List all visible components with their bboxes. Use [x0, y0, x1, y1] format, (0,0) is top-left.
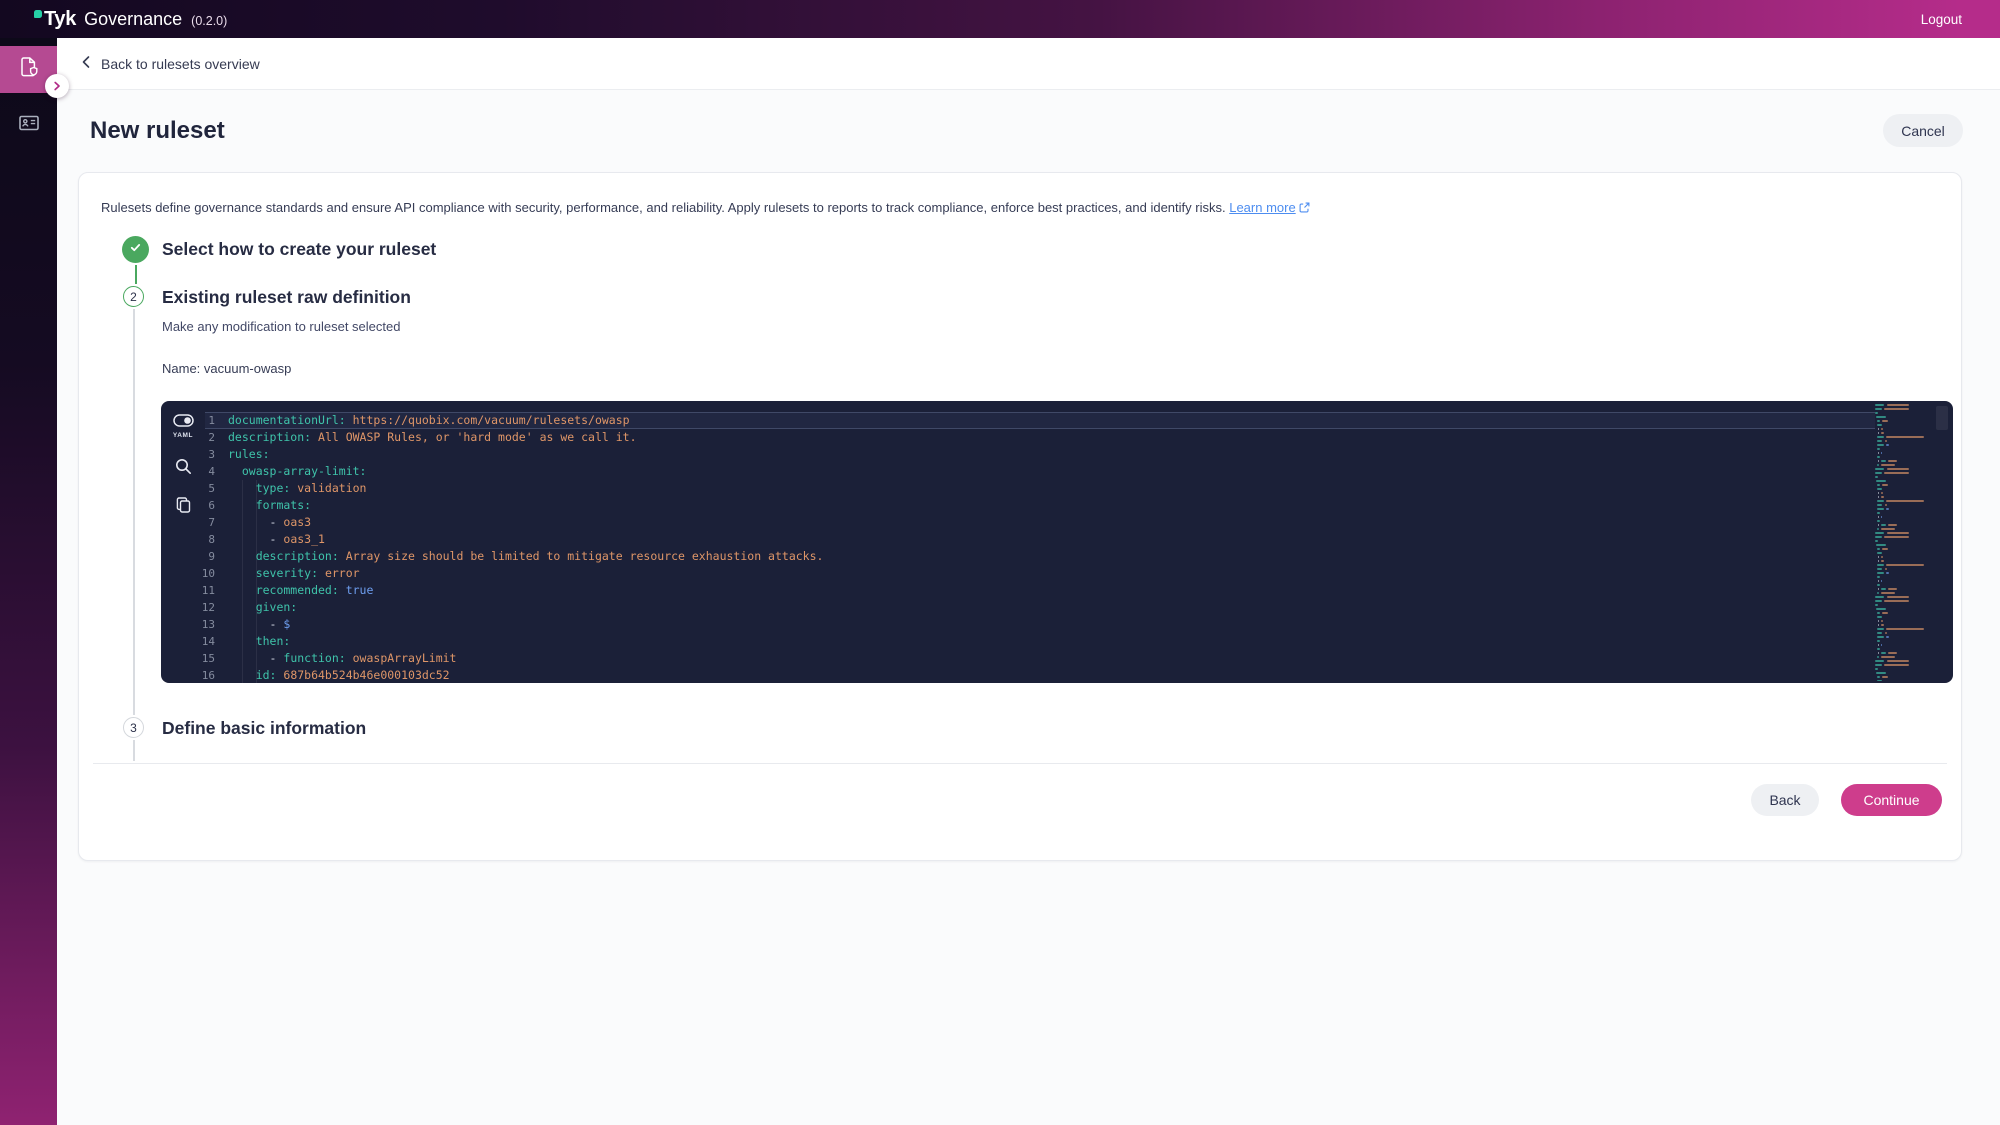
- code-line: 14 then:: [161, 633, 1875, 650]
- tyk-leaf-icon: [34, 10, 42, 18]
- yaml-editor: YAML 1documentationUrl: https://quobix.c…: [161, 401, 1953, 683]
- ruleset-name-label: Name: vacuum-owasp: [162, 361, 291, 376]
- editor-toolbar: YAML: [161, 401, 205, 516]
- line-number: 13: [161, 616, 215, 633]
- code-line: 5 type: validation: [161, 480, 1875, 497]
- ruleset-wizard-card: Rulesets define governance standards and…: [78, 172, 1962, 861]
- copy-icon: [176, 497, 191, 516]
- learn-more-link[interactable]: Learn more: [1229, 200, 1309, 215]
- back-link-label: Back to rulesets overview: [101, 56, 260, 72]
- code-line: 16 id: 687b64b524b46e000103dc52: [161, 667, 1875, 683]
- code-line: 8 - oas3_1: [161, 531, 1875, 548]
- document-shield-icon: [17, 55, 41, 84]
- line-number: 15: [161, 650, 215, 667]
- code-editor[interactable]: 1documentationUrl: https://quobix.com/va…: [161, 412, 1875, 683]
- wizard-footer: Back Continue: [1751, 784, 1942, 816]
- yaml-toggle-label: YAML: [173, 432, 193, 439]
- main-content: Back to rulesets overview New ruleset Ca…: [57, 38, 2000, 1125]
- back-navigation-bar: Back to rulesets overview: [57, 38, 2000, 90]
- step-1-indicator: [122, 236, 149, 263]
- check-icon: [129, 241, 142, 259]
- editor-scrollbar[interactable]: [1931, 401, 1953, 683]
- cancel-button[interactable]: Cancel: [1883, 114, 1963, 147]
- scrollbar-thumb[interactable]: [1936, 406, 1948, 430]
- line-number: 7: [161, 514, 215, 531]
- continue-button[interactable]: Continue: [1841, 784, 1942, 816]
- chevron-left-icon: [80, 55, 92, 72]
- code-line: 12 given:: [161, 599, 1875, 616]
- page-title: New ruleset: [90, 117, 225, 145]
- step-1-title: Select how to create your ruleset: [162, 239, 436, 260]
- line-number: 16: [161, 667, 215, 683]
- step-3-indicator: 3: [123, 717, 144, 738]
- code-line: 13 - $: [161, 616, 1875, 633]
- step-2-title: Existing ruleset raw definition: [162, 287, 411, 308]
- line-number: 12: [161, 599, 215, 616]
- step-2-subtitle: Make any modification to ruleset selecte…: [162, 319, 400, 334]
- footer-divider: [93, 763, 1947, 764]
- intro-paragraph: Rulesets define governance standards and…: [101, 200, 1921, 216]
- step-2-indicator: 2: [123, 286, 144, 307]
- product-name: Governance: [84, 9, 182, 30]
- line-number: 9: [161, 548, 215, 565]
- minimap-line: [1875, 679, 1929, 681]
- search-icon: [175, 458, 192, 478]
- topbar: Tyk Governance (0.2.0) Logout: [0, 0, 2000, 38]
- code-line: 7 - oas3: [161, 514, 1875, 531]
- code-line: 10 severity: error: [161, 565, 1875, 582]
- sidebar: [0, 38, 57, 1125]
- line-number: 8: [161, 531, 215, 548]
- toggle-icon: [173, 414, 194, 430]
- sidebar-expand-button[interactable]: [45, 74, 69, 98]
- logout-button[interactable]: Logout: [1921, 12, 1962, 27]
- step-connector: [135, 265, 137, 284]
- editor-copy-button[interactable]: [176, 497, 191, 516]
- code-line: 11 recommended: true: [161, 582, 1875, 599]
- line-number: 10: [161, 565, 215, 582]
- sidebar-item-id-card[interactable]: [0, 105, 57, 145]
- code-line: 4 owasp-array-limit:: [161, 463, 1875, 480]
- yaml-toggle[interactable]: YAML: [173, 414, 194, 439]
- code-line: 9 description: Array size should be limi…: [161, 548, 1875, 565]
- code-line: 15 - function: owaspArrayLimit: [161, 650, 1875, 667]
- code-line: 3rules:: [161, 446, 1875, 463]
- intro-text: Rulesets define governance standards and…: [101, 200, 1226, 215]
- code-line: 2description: All OWASP Rules, or 'hard …: [161, 429, 1875, 446]
- code-line: 6 formats:: [161, 497, 1875, 514]
- editor-search-button[interactable]: [175, 458, 192, 478]
- brand-logo: Tyk Governance (0.2.0): [34, 8, 227, 31]
- line-number: 11: [161, 582, 215, 599]
- step-3-title: Define basic information: [162, 718, 366, 739]
- minimap[interactable]: [1875, 403, 1929, 681]
- line-number: 14: [161, 633, 215, 650]
- step-connector: [133, 309, 135, 715]
- external-link-icon: [1299, 201, 1310, 216]
- id-card-icon: [17, 111, 41, 140]
- code-line: 1documentationUrl: https://quobix.com/va…: [161, 412, 1875, 429]
- back-button[interactable]: Back: [1751, 784, 1819, 816]
- version-label: (0.2.0): [191, 14, 227, 28]
- chevron-right-icon: [52, 79, 62, 94]
- step-connector: [133, 740, 135, 761]
- page-header: New ruleset Cancel: [57, 90, 2000, 171]
- brand-name: Tyk: [44, 8, 76, 31]
- back-to-rulesets-link[interactable]: Back to rulesets overview: [80, 55, 260, 72]
